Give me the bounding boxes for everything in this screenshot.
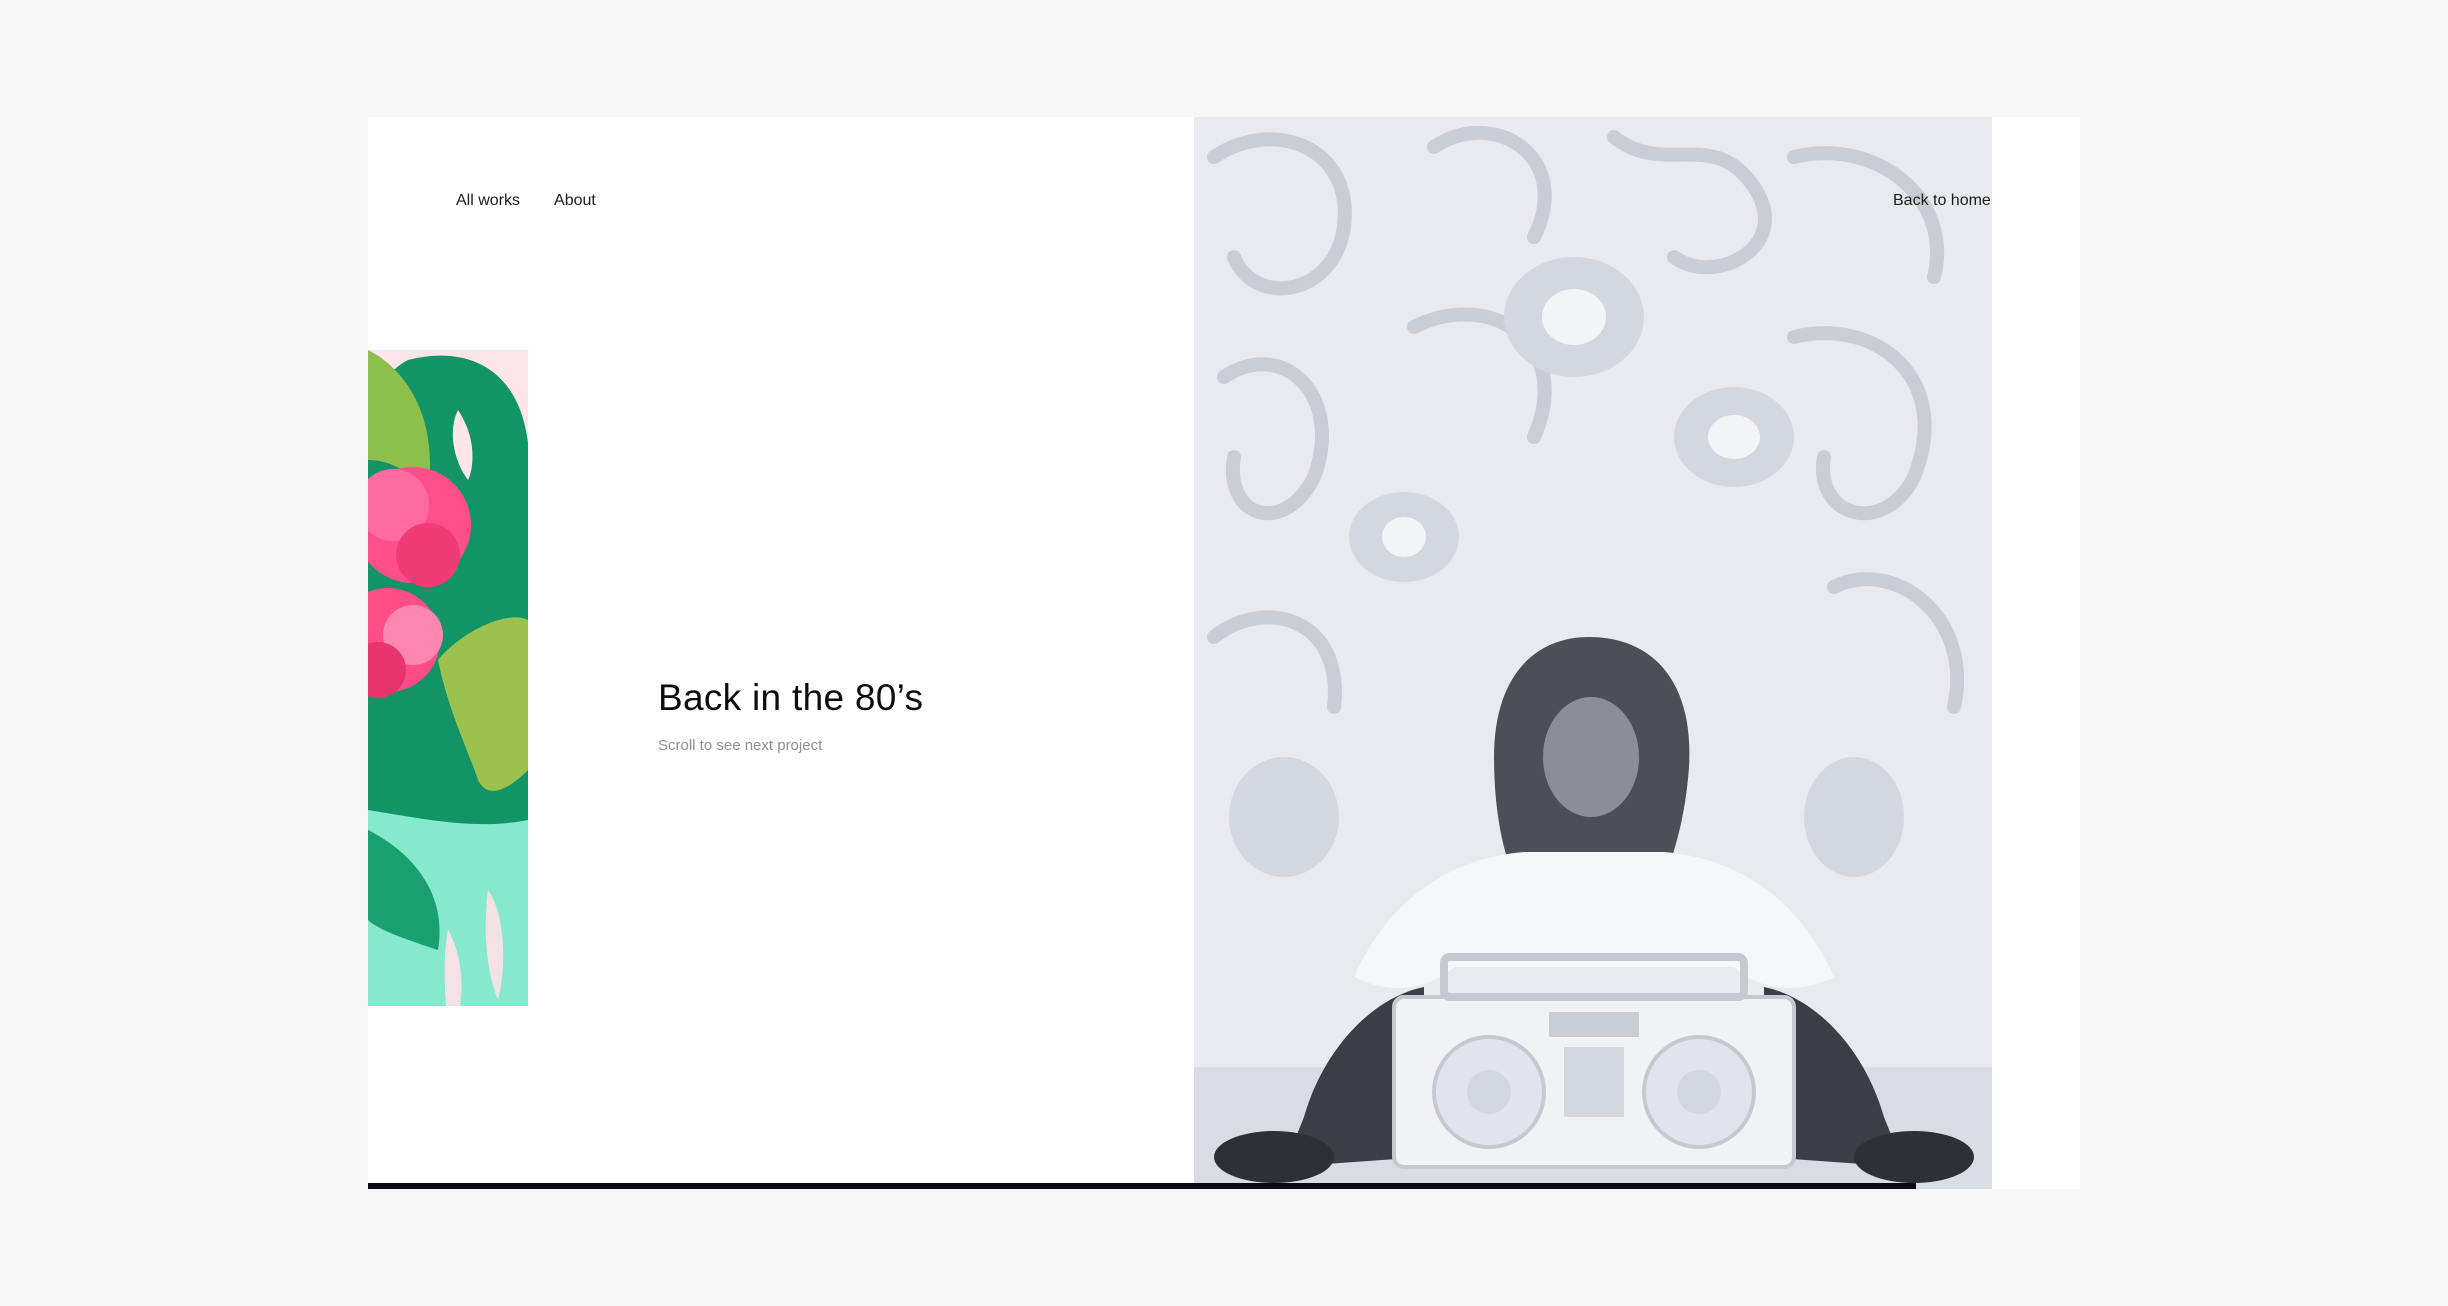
main-nav: All works About [456, 192, 596, 210]
scroll-hint: Scroll to see next project [658, 737, 823, 754]
previous-project-thumbnail[interactable] [368, 350, 528, 1006]
scroll-progress-fill [368, 1183, 1916, 1189]
scroll-progress-bar [368, 1183, 2080, 1189]
nav-about-link[interactable]: About [554, 192, 596, 210]
paper-flower-artwork [368, 350, 528, 1006]
project-title[interactable]: Back in the 80’s [658, 677, 923, 719]
project-title-block: Back in the 80’s Scroll to see next proj… [658, 677, 923, 754]
back-to-home-link[interactable]: Back to home [1893, 192, 1991, 210]
nav-all-works-link[interactable]: All works [456, 192, 520, 210]
graffiti-boombox-photo [1194, 117, 1992, 1189]
project-hero-image[interactable] [1194, 117, 1992, 1189]
project-page-frame: All works About Back in the 80’s Scroll … [368, 117, 2080, 1189]
